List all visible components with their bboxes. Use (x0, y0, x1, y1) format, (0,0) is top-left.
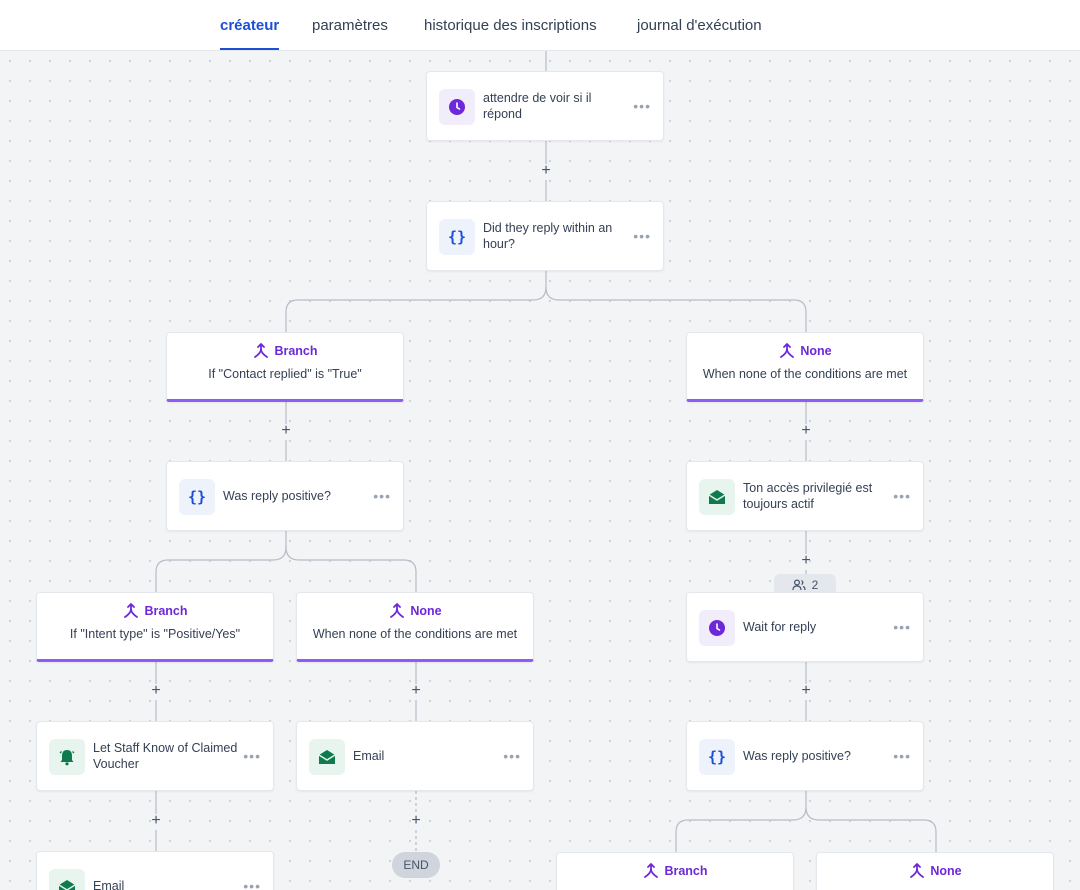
more-options-icon[interactable]: ••• (243, 878, 261, 890)
add-step-button[interactable]: + (278, 423, 294, 440)
workflow-canvas[interactable]: attendre de voir si il répond ••• + {} D… (0, 51, 1080, 890)
add-step-button[interactable]: + (798, 683, 814, 700)
branch-fork-icon (910, 863, 925, 878)
email-node-label: Email (353, 749, 385, 763)
tab-parametres[interactable]: paramètres (312, 0, 388, 50)
email-icon (49, 869, 85, 890)
action-node-wait-for-reply[interactable]: Wait for reply ••• (686, 592, 924, 662)
branch-description: When none of the conditions are met (312, 627, 518, 641)
branch-node-intent-positive[interactable]: Branch If "Intent type" is "Positive/Yes… (36, 592, 274, 662)
braces-icon: {} (179, 479, 215, 515)
add-step-button[interactable]: + (148, 813, 164, 830)
branch-node-contact-replied[interactable]: Branch If "Contact replied" is "True" (166, 332, 404, 402)
action-node-label: attendre de voir si il répond (483, 91, 592, 121)
email-node-none-branch[interactable]: Email ••• (296, 721, 534, 791)
branch-fork-icon (254, 343, 269, 358)
email-icon (699, 479, 735, 515)
top-tab-bar: créateur paramètres historique des inscr… (0, 0, 1080, 51)
branch-description: If "Intent type" is "Positive/Yes" (69, 627, 241, 641)
braces-icon: {} (699, 739, 735, 775)
tab-createur[interactable]: créateur (220, 0, 280, 50)
email-icon (309, 739, 345, 775)
branch-description: When none of the conditions are met (702, 367, 908, 381)
email-node-bottom[interactable]: Email ••• (36, 851, 274, 890)
end-marker: END (392, 852, 440, 878)
more-options-icon[interactable]: ••• (503, 748, 521, 764)
clock-icon (699, 610, 735, 646)
add-step-button[interactable]: + (148, 683, 164, 700)
none-node-bottom[interactable]: None (816, 852, 1054, 890)
action-node-wait-reply-check[interactable]: attendre de voir si il répond ••• (426, 71, 664, 141)
clock-icon (439, 89, 475, 125)
branch-title: Branch (664, 864, 708, 878)
email-node-privileged-access[interactable]: Ton accès privilegié est toujours actif … (686, 461, 924, 531)
more-options-icon[interactable]: ••• (633, 228, 651, 244)
notification-node-label: Let Staff Know of Claimed Voucher (93, 741, 238, 771)
bell-icon (49, 739, 85, 775)
branch-fork-icon (644, 863, 659, 878)
action-node-label: Wait for reply (743, 620, 817, 634)
condition-node-label: Was reply positive? (223, 489, 331, 503)
more-options-icon[interactable]: ••• (893, 488, 911, 504)
branch-node-bottom[interactable]: Branch (556, 852, 794, 890)
branch-fork-icon (124, 603, 139, 618)
add-step-button[interactable]: + (408, 683, 424, 700)
add-step-button[interactable]: + (798, 553, 814, 570)
email-node-label: Ton accès privilegié est toujours actif (743, 481, 873, 511)
more-options-icon[interactable]: ••• (373, 488, 391, 504)
more-options-icon[interactable]: ••• (243, 748, 261, 764)
add-step-button[interactable]: + (538, 163, 554, 180)
condition-node-label: Did they reply within an hour? (483, 221, 613, 251)
tab-journal-execution[interactable]: journal d'exécution (637, 0, 762, 50)
condition-node-was-reply-positive-left[interactable]: {} Was reply positive? ••• (166, 461, 404, 531)
none-node-mid[interactable]: None When none of the conditions are met (296, 592, 534, 662)
none-node-top[interactable]: None When none of the conditions are met (686, 332, 924, 402)
branch-fork-icon (390, 603, 405, 618)
condition-node-replied-within-hour[interactable]: {} Did they reply within an hour? ••• (426, 201, 664, 271)
tab-historique-inscriptions[interactable]: historique des inscriptions (424, 0, 597, 50)
condition-node-was-reply-positive-right[interactable]: {} Was reply positive? ••• (686, 721, 924, 791)
more-options-icon[interactable]: ••• (893, 748, 911, 764)
branch-fork-icon (780, 343, 795, 358)
email-node-label: Email (93, 879, 125, 890)
enrolled-count: 2 (811, 578, 819, 592)
branch-title: None (800, 344, 832, 358)
condition-node-label: Was reply positive? (743, 749, 851, 763)
more-options-icon[interactable]: ••• (633, 98, 651, 114)
branch-title: Branch (144, 604, 188, 618)
braces-icon: {} (439, 219, 475, 255)
users-icon (792, 579, 806, 591)
branch-title: None (410, 604, 442, 618)
branch-title: Branch (274, 344, 318, 358)
branch-description: If "Contact replied" is "True" (208, 367, 362, 381)
notification-node-notify-staff[interactable]: Let Staff Know of Claimed Voucher ••• (36, 721, 274, 791)
more-options-icon[interactable]: ••• (893, 619, 911, 635)
add-step-button[interactable]: + (798, 423, 814, 440)
branch-title: None (930, 864, 962, 878)
add-step-button[interactable]: + (408, 813, 424, 830)
